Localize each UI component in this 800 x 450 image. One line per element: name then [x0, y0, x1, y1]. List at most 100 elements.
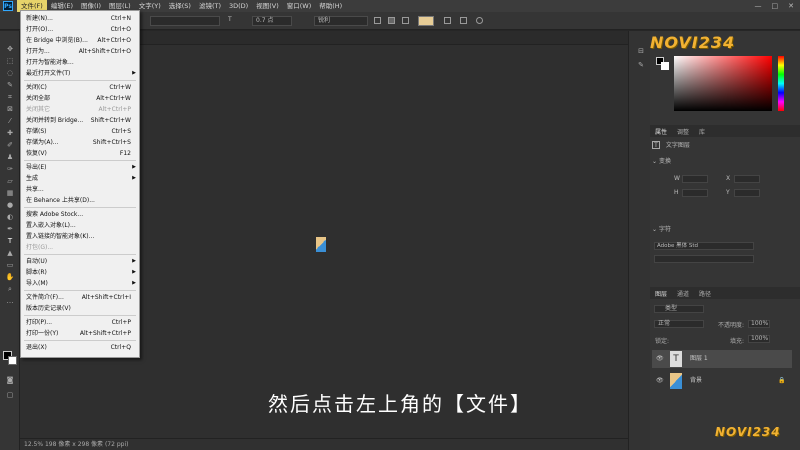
visibility-eye-icon[interactable]: 👁	[656, 350, 664, 368]
align-right-icon[interactable]	[402, 17, 409, 24]
opacity-input[interactable]: 100%	[748, 320, 770, 328]
history-brush-icon[interactable]: ✑	[5, 165, 15, 173]
x-input[interactable]	[734, 175, 760, 183]
file-menu-item[interactable]: 最近打开文件(T) ▶	[21, 68, 139, 79]
document-canvas[interactable]	[316, 237, 326, 252]
menu-filter[interactable]: 滤镜(T)	[195, 0, 225, 12]
text-color-swatch[interactable]	[418, 16, 434, 26]
file-menu-item[interactable]: 共享...	[21, 184, 139, 195]
stamp-tool-icon[interactable]: ♟	[5, 153, 15, 161]
path-select-icon[interactable]: ▲	[5, 249, 15, 257]
character-panel-icon[interactable]	[460, 17, 467, 24]
quick-mask-icon[interactable]: ◙	[5, 376, 15, 384]
maximize-button[interactable]: □	[772, 2, 779, 10]
file-menu-item[interactable]: 脚本(R) ▶	[21, 267, 139, 278]
tab-layers[interactable]: 图层	[650, 289, 672, 298]
history-panel-icon[interactable]: ⊟	[636, 47, 646, 55]
file-menu-item[interactable]: 退出(X) Ctrl+Q	[21, 342, 139, 353]
file-menu-item[interactable]: 置入嵌入对象(L)...	[21, 220, 139, 231]
file-menu-item[interactable]: 关闭(C) Ctrl+W	[21, 82, 139, 93]
file-menu-item[interactable]: 版本历史记录(V)	[21, 303, 139, 314]
minimize-button[interactable]: —	[755, 2, 762, 10]
3d-icon[interactable]	[476, 17, 483, 24]
menu-select[interactable]: 选择(S)	[165, 0, 195, 12]
tab-channels[interactable]: 通道	[672, 289, 694, 298]
file-menu-item[interactable]: 关闭全部 Alt+Ctrl+W	[21, 93, 139, 104]
y-input[interactable]	[734, 189, 760, 197]
width-input[interactable]	[682, 175, 708, 183]
menu-view[interactable]: 视图(V)	[252, 0, 283, 12]
layer-name[interactable]: 背景	[690, 372, 702, 390]
zoom-tool-icon[interactable]: ⌕	[5, 285, 15, 293]
file-menu-item[interactable]: 打印一份(Y) Alt+Shift+Ctrl+P	[21, 328, 139, 339]
close-button[interactable]: ✕	[788, 2, 794, 10]
tab-libraries[interactable]: 库	[694, 127, 710, 136]
file-menu-item[interactable]: 关闭并转到 Bridge... Shift+Ctrl+W	[21, 115, 139, 126]
file-menu-item[interactable]: 存储为(A)... Shift+Ctrl+S	[21, 137, 139, 148]
file-menu-item[interactable]: 存储(S) Ctrl+S	[21, 126, 139, 137]
chevron-down-icon[interactable]: ⌄	[652, 226, 659, 233]
gradient-tool-icon[interactable]: ▦	[5, 189, 15, 197]
menu-window[interactable]: 窗口(W)	[283, 0, 316, 12]
blend-mode-select[interactable]: 正常	[654, 320, 704, 328]
more-tools-icon[interactable]: …	[5, 297, 15, 305]
background-color-swatch[interactable]	[8, 356, 17, 365]
font-family-select[interactable]	[150, 16, 220, 26]
file-menu-item[interactable]: 搜索 Adobe Stock...	[21, 209, 139, 220]
font-name-select[interactable]: Adobe 黑体 Std	[654, 242, 754, 250]
file-menu-item[interactable]: 新建(N)... Ctrl+N	[21, 13, 139, 24]
font-size-input[interactable]: 0.7 点	[252, 16, 292, 26]
layer-row[interactable]: 👁 T 图层 1	[652, 350, 792, 368]
file-menu-item[interactable]: 导入(M) ▶	[21, 278, 139, 289]
layer-name[interactable]: 图层 1	[690, 350, 708, 368]
color-bg-swatch[interactable]	[661, 62, 669, 70]
shape-tool-icon[interactable]: ▭	[5, 261, 15, 269]
file-menu-item[interactable]: 置入链接的智能对象(K)...	[21, 231, 139, 242]
file-menu-item[interactable]: 导出(E) ▶	[21, 162, 139, 173]
fill-input[interactable]: 100%	[748, 335, 770, 343]
visibility-eye-icon[interactable]: 👁	[656, 372, 664, 390]
layer-row[interactable]: 👁 背景 🔒	[652, 372, 792, 390]
tab-paths[interactable]: 路径	[694, 289, 716, 298]
file-menu-item[interactable]: 生成 ▶	[21, 173, 139, 184]
align-center-icon[interactable]	[388, 17, 395, 24]
font-style-select[interactable]	[654, 255, 754, 263]
marquee-tool-icon[interactable]: ⬚	[5, 57, 15, 65]
lasso-tool-icon[interactable]: ◌	[5, 69, 15, 77]
color-picker-field[interactable]	[674, 56, 772, 111]
brush-tool-icon[interactable]: ✐	[5, 141, 15, 149]
file-menu-item[interactable]: 文件简介(F)... Alt+Shift+Ctrl+I	[21, 292, 139, 303]
eraser-tool-icon[interactable]: ▱	[5, 177, 15, 185]
frame-tool-icon[interactable]: ⊠	[5, 105, 15, 113]
pen-tool-icon[interactable]: ✒	[5, 225, 15, 233]
healing-brush-icon[interactable]: ✚	[5, 129, 15, 137]
tab-properties[interactable]: 属性	[650, 127, 672, 136]
file-menu-item[interactable]: 打开为智能对象...	[21, 57, 139, 68]
file-menu-item[interactable]: 自动(U) ▶	[21, 256, 139, 267]
crop-tool-icon[interactable]: ⌗	[5, 93, 15, 101]
file-menu-item[interactable]: 打印(P)... Ctrl+P	[21, 317, 139, 328]
file-menu-item[interactable]: 恢复(V) F12	[21, 148, 139, 159]
align-left-icon[interactable]	[374, 17, 381, 24]
menu-help[interactable]: 帮助(H)	[315, 0, 346, 12]
layer-filter-select[interactable]: 类型	[654, 305, 704, 313]
chevron-down-icon[interactable]: ⌄	[652, 158, 659, 165]
tab-adjustments[interactable]: 调整	[672, 127, 694, 136]
menu-3d[interactable]: 3D(D)	[225, 0, 252, 12]
file-menu-item[interactable]: 打开(O)... Ctrl+O	[21, 24, 139, 35]
dodge-tool-icon[interactable]: ◐	[5, 213, 15, 221]
warp-text-icon[interactable]	[444, 17, 451, 24]
hand-tool-icon[interactable]: ✋	[5, 273, 15, 281]
brush-settings-icon[interactable]: ✎	[636, 61, 646, 69]
screen-mode-icon[interactable]: ▢	[5, 391, 15, 399]
file-menu-item[interactable]: 打开为... Alt+Shift+Ctrl+O	[21, 46, 139, 57]
file-menu-item[interactable]: 在 Bridge 中浏览(B)... Alt+Ctrl+O	[21, 35, 139, 46]
type-tool-icon[interactable]: T	[5, 237, 15, 245]
hue-slider[interactable]	[778, 56, 784, 111]
blur-tool-icon[interactable]: ●	[5, 201, 15, 209]
file-menu-item[interactable]: 在 Behance 上共享(D)...	[21, 195, 139, 206]
eyedropper-tool-icon[interactable]: ⁄	[5, 117, 15, 125]
quick-select-icon[interactable]: ✎	[5, 81, 15, 89]
move-tool-icon[interactable]: ✥	[5, 45, 15, 53]
antialias-select[interactable]: 锐利	[314, 16, 368, 26]
